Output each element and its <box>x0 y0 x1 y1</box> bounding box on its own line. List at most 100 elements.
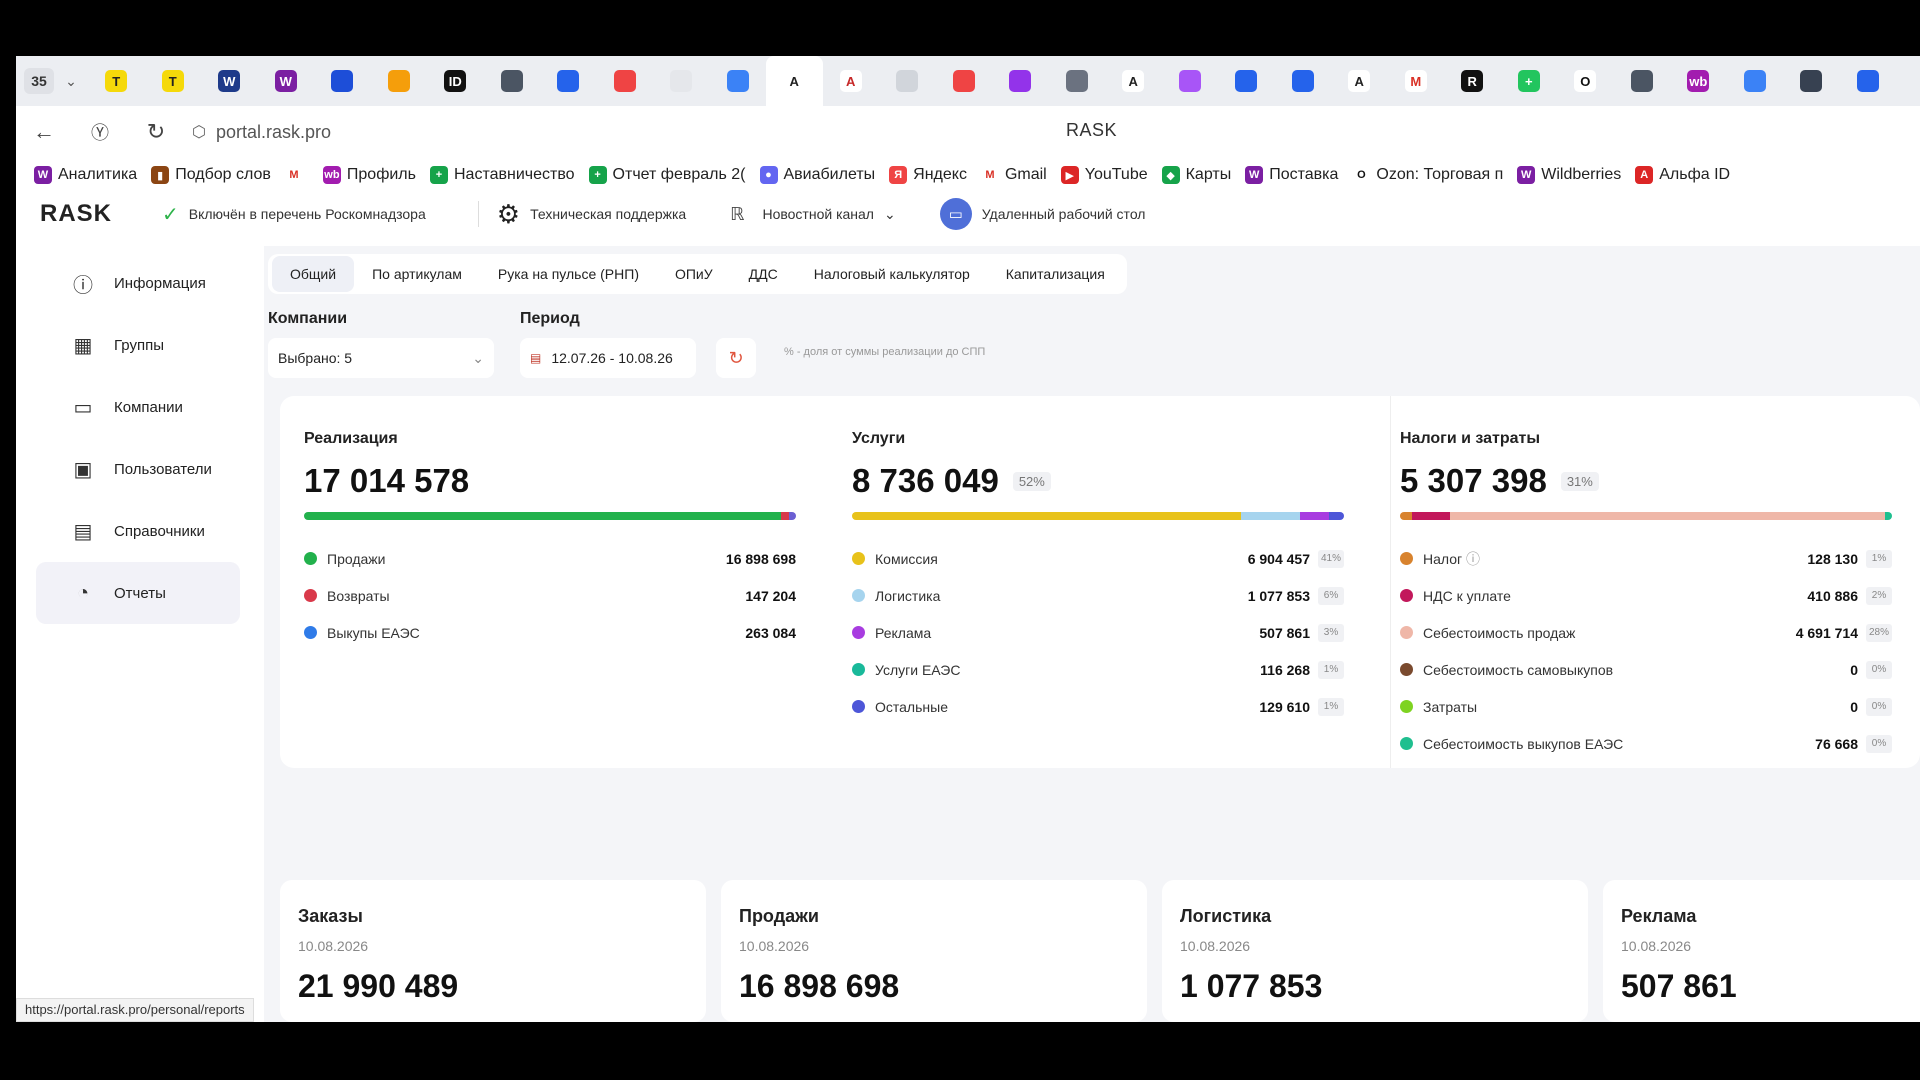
summary-row: Затраты 0 0% <box>1400 688 1892 725</box>
browser-tab[interactable]: M <box>1388 56 1445 106</box>
info-icon[interactable]: ⓘ <box>1462 551 1480 567</box>
bookmark-item[interactable]: ● Авиабилеты <box>759 166 875 184</box>
kpi-date: 10.08.2026 <box>298 938 369 954</box>
companies-select[interactable]: Выбрано: 5 ⌄ <box>268 338 494 378</box>
legend-dot <box>852 626 865 639</box>
sidebar-item[interactable]: ▣ Пользователи <box>36 438 256 500</box>
browser-tab[interactable] <box>371 56 428 106</box>
bookmark-item[interactable]: Я Яндекс <box>889 166 967 184</box>
browser-tab[interactable] <box>936 56 993 106</box>
sidebar-item[interactable]: ⓘ Информация <box>36 252 256 314</box>
bookmark-item[interactable]: A Альфа ID <box>1635 166 1730 184</box>
bookmark-item[interactable]: + Наставничество <box>429 166 575 184</box>
chevron-down-icon: ⌄ <box>472 349 484 366</box>
row-label: Налог ⓘ <box>1423 549 1807 569</box>
row-label: Продажи <box>327 551 726 567</box>
summary-row: Выкупы ЕАЭС 263 084 <box>304 614 796 651</box>
bookmark-icon: wb <box>322 166 341 184</box>
bookmark-item[interactable]: M Gmail <box>981 166 1047 184</box>
bookmark-item[interactable]: ▮ Подбор слов <box>151 166 271 184</box>
sidebar-item[interactable]: ▦ Группы <box>36 314 256 376</box>
bookmark-item[interactable]: W Wildberries <box>1517 166 1621 184</box>
browser-tab[interactable]: W <box>258 56 315 106</box>
sidebar-item[interactable]: ▭ Компании <box>36 376 256 438</box>
browser-tab[interactable] <box>1275 56 1332 106</box>
bookmark-item[interactable]: W Поставка <box>1245 166 1338 184</box>
yandex-icon[interactable]: Ⓨ <box>72 119 128 145</box>
row-value: 116 268 <box>1260 661 1310 678</box>
bookmark-item[interactable]: M <box>285 166 309 184</box>
browser-tab[interactable] <box>992 56 1049 106</box>
browser-tab[interactable] <box>1783 56 1840 106</box>
report-tab[interactable]: Налоговый калькулятор <box>796 256 988 292</box>
report-tab[interactable]: ОПиУ <box>657 256 731 292</box>
bookmark-label: Gmail <box>1004 166 1047 183</box>
browser-tab[interactable]: W <box>201 56 258 106</box>
browser-tab[interactable] <box>879 56 936 106</box>
bookmark-icon: W <box>34 166 52 184</box>
rask-logo[interactable]: RASK <box>40 200 140 228</box>
period-picker[interactable]: ▤ 12.07.26 - 10.08.26 <box>520 338 696 378</box>
sidebar-item[interactable]: ◔ Отчеты <box>36 562 240 624</box>
browser-tab[interactable] <box>314 56 371 106</box>
bookmark-item[interactable]: ▶ YouTube <box>1060 166 1148 184</box>
browser-tab[interactable] <box>1614 56 1671 106</box>
favicon-icon <box>1856 70 1879 92</box>
browser-tab[interactable]: T <box>88 56 145 106</box>
browser-tab[interactable] <box>1727 56 1784 106</box>
row-label: Комиссия <box>875 551 1248 567</box>
remote-desktop-link[interactable]: ▭ Удаленный рабочий стол <box>939 198 1145 230</box>
report-tab[interactable]: По артикулам <box>354 256 480 292</box>
bookmark-item[interactable]: O Ozon: Торговая п <box>1352 166 1503 184</box>
bookmark-item[interactable]: ◆ Карты <box>1161 166 1231 184</box>
url-field[interactable]: ⬡ portal.rask.pro <box>192 122 331 143</box>
kpi-card: Логистика 10.08.2026 1 077 853 <box>1162 880 1588 1022</box>
browser-tab[interactable] <box>540 56 597 106</box>
report-tab[interactable]: Капитализация <box>988 256 1123 292</box>
browser-tab[interactable] <box>653 56 710 106</box>
tab-count-button[interactable]: 35 <box>24 68 54 94</box>
chevron-down-icon: ⌄ <box>883 205 896 222</box>
browser-tab[interactable] <box>597 56 654 106</box>
bar-segment <box>1299 512 1330 520</box>
bookmark-item[interactable]: wb Профиль <box>322 166 416 184</box>
bookmarks-bar: W Аналитика ▮ Подбор слов Mwb Профиль + Наставн… <box>16 158 1920 192</box>
report-tab[interactable]: Рука на пульсе (РНП) <box>480 256 657 292</box>
bookmark-item[interactable]: + Отчет февраль 2( <box>588 166 746 184</box>
row-value: 6 904 457 <box>1247 550 1310 567</box>
browser-tab[interactable]: wb <box>1670 56 1727 106</box>
summary-row: Налог ⓘ 128 130 1% <box>1400 540 1892 577</box>
browser-tab[interactable]: ID <box>427 56 484 106</box>
browser-tab[interactable]: A <box>1105 56 1162 106</box>
browser-tab[interactable] <box>1162 56 1219 106</box>
browser-tab[interactable]: O <box>1557 56 1614 106</box>
report-tab[interactable]: ДДС <box>731 256 796 292</box>
browser-tab[interactable]: A <box>1331 56 1388 106</box>
bookmark-icon: ▮ <box>151 166 170 184</box>
chevron-down-icon[interactable]: ⌄ <box>54 73 88 90</box>
browser-tab[interactable] <box>484 56 541 106</box>
row-label-text: Реклама <box>875 624 932 641</box>
browser-tab[interactable] <box>1840 56 1897 106</box>
support-link[interactable]: ⚙ Техническая поддержка <box>497 199 686 230</box>
kpi-date: 10.08.2026 <box>739 938 810 954</box>
info-icon: ⓘ <box>73 274 93 297</box>
browser-tab[interactable] <box>710 56 767 106</box>
sidebar-item[interactable]: ▤ Справочники <box>36 500 256 562</box>
browser-tab[interactable]: T <box>145 56 202 106</box>
status-url: https://portal.rask.pro/personal/reports <box>16 998 254 1022</box>
back-icon[interactable]: ← <box>16 119 72 145</box>
browser-tab[interactable] <box>1049 56 1106 106</box>
row-label-text: Комиссия <box>875 550 938 567</box>
news-channel-dropdown[interactable]: ℝ Новостной канал ⌄ <box>730 204 896 225</box>
browser-tab[interactable] <box>1218 56 1275 106</box>
browser-tab[interactable]: A <box>766 56 823 106</box>
taxes-rows: Налог ⓘ 128 130 1% НДС к уплате 410 886 2% Себ… <box>1400 540 1892 762</box>
browser-tab[interactable]: R <box>1444 56 1501 106</box>
reload-icon[interactable]: ↻ <box>128 119 184 145</box>
browser-tab[interactable]: A <box>823 56 880 106</box>
refresh-button[interactable]: ↻ <box>716 338 756 378</box>
report-tab[interactable]: Общий <box>272 256 355 292</box>
browser-tab[interactable]: + <box>1501 56 1558 106</box>
bookmark-item[interactable]: W Аналитика <box>34 166 137 184</box>
